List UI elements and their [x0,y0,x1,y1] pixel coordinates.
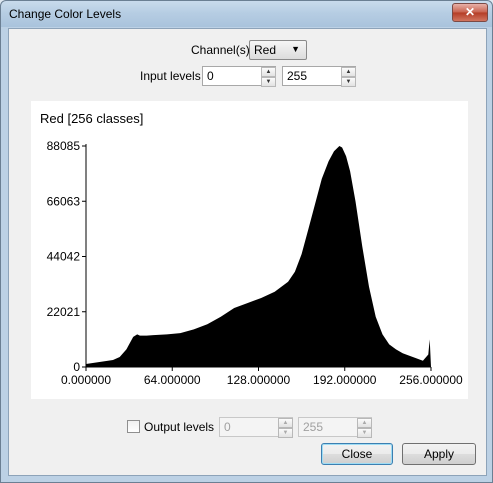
output-level-high-stepper[interactable]: 255 ▲ ▼ [298,417,372,438]
input-levels-label: Input levels [140,69,201,83]
input-level-high-value[interactable]: 255 [287,69,307,83]
histogram-chart: Red [256 classes] 88085 66063 44042 22021 00… [40,111,463,387]
dialog-body: Channel(s) Red ▼ Input levels 0 ▲ ▼ 255 … [8,28,487,476]
spin-up-icon[interactable]: ▲ [357,418,372,428]
output-level-low-value: 0 [224,420,231,434]
output-levels-checkbox[interactable] [127,420,140,433]
channel-selected-value: Red [254,43,277,57]
window-title: Change Color Levels [9,7,122,21]
title-bar[interactable]: Change Color Levels ✕ [1,1,492,27]
output-level-low-stepper[interactable]: 0 ▲ ▼ [219,417,293,438]
x-tick-label: 192.000000 [313,373,377,387]
y-tick-label: 44042 [47,250,81,264]
dialog-window: Change Color Levels ✕ Channel(s) Red ▼ I… [0,0,493,483]
input-level-low-stepper[interactable]: 0 ▲ ▼ [202,66,276,87]
y-tick-label: 22021 [47,305,81,319]
close-window-button[interactable]: ✕ [452,3,488,22]
x-tick-label: 0.000000 [61,373,111,387]
x-tick-label: 64.000000 [144,373,201,387]
histogram-area [86,146,431,367]
channel-select[interactable]: Red ▼ [249,40,307,60]
spin-down-icon[interactable]: ▼ [357,428,372,438]
y-tick-label: 66063 [47,194,81,208]
y-tick-label: 88085 [47,139,81,153]
spin-down-icon[interactable]: ▼ [341,77,356,87]
input-level-high-stepper[interactable]: 255 ▲ ▼ [282,66,356,87]
output-level-high-value: 255 [303,420,324,434]
input-level-low-value[interactable]: 0 [207,69,214,83]
output-levels-label: Output levels [144,420,215,434]
spin-up-icon[interactable]: ▲ [278,418,293,428]
apply-button[interactable]: Apply [402,443,476,465]
x-tick-label: 128.000000 [227,373,291,387]
chevron-down-icon: ▼ [291,44,300,54]
close-button[interactable]: Close [321,443,393,465]
spin-down-icon[interactable]: ▼ [261,77,276,87]
x-tick-label: 256.000000 [399,373,463,387]
channel-label: Channel(s) [191,43,250,57]
spin-up-icon[interactable]: ▲ [261,67,276,77]
spin-up-icon[interactable]: ▲ [341,67,356,77]
histogram-panel: Red [256 classes] 88085 66063 44042 22021 0 0… [31,101,468,399]
spin-down-icon[interactable]: ▼ [278,428,293,438]
chart-title: Red [256 classes] [40,111,143,126]
y-tick-label: 0 [73,360,80,374]
